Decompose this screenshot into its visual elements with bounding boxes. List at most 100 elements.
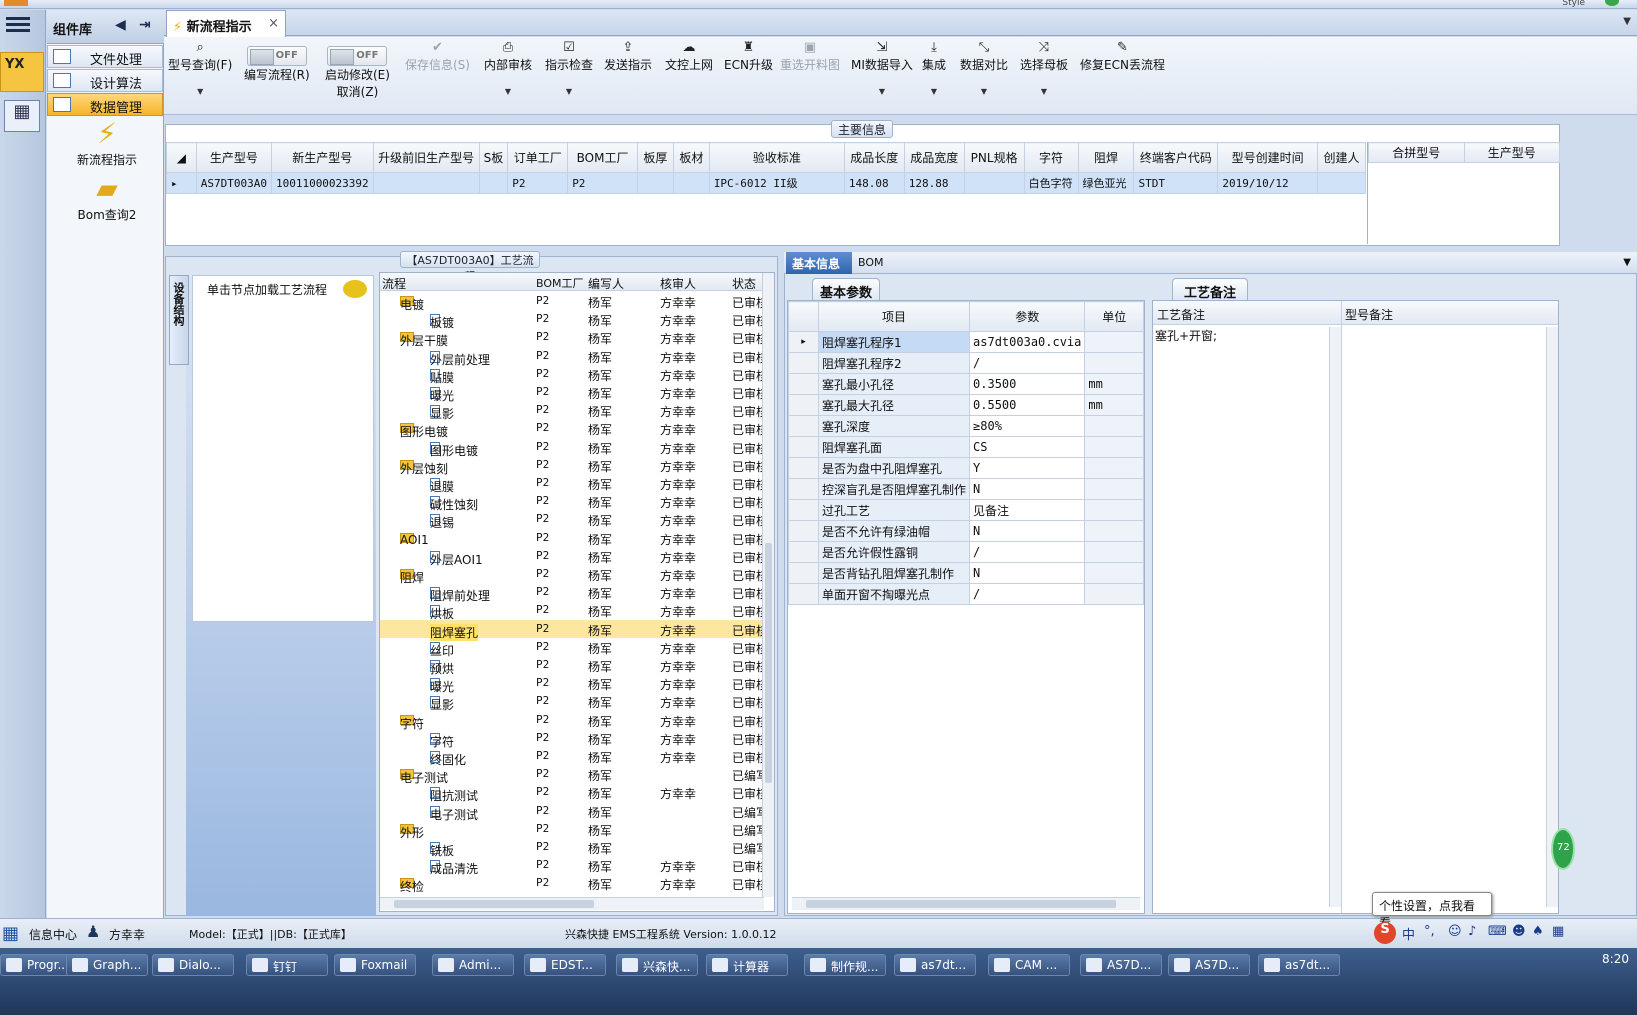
col-bom-factory[interactable]: BOM工厂 <box>536 275 584 291</box>
equipment-structure-tab[interactable]: 设备结构 <box>169 275 189 365</box>
craft-note-textarea[interactable]: 塞孔+开窗; <box>1155 327 1337 907</box>
col-header[interactable]: S板 <box>478 142 509 173</box>
tree-row[interactable]: 曝光P2杨军方幸幸已审核 <box>380 674 764 694</box>
collapse-left-icon[interactable]: ◀ <box>115 17 126 33</box>
chevron-down-icon[interactable]: ▼ <box>545 87 593 96</box>
repair-button[interactable]: ✎ 修复ECN丢流程 <box>1080 40 1165 73</box>
tree-row[interactable]: 曝光P2杨军方幸幸已审核 <box>380 383 764 403</box>
param-row[interactable]: 是否允许假性露铜 / <box>788 541 1144 563</box>
param-value[interactable]: 见备注 <box>969 499 1086 521</box>
tree-row[interactable]: 图形电镀P2杨军方幸幸已审核 <box>380 438 764 458</box>
tree-row[interactable]: 丝印P2杨军方幸幸已审核 <box>380 638 764 658</box>
col-header[interactable]: BOM工厂 <box>567 142 638 173</box>
internal-review-button[interactable]: ⎙ 内部审核 ▼ <box>484 40 532 96</box>
nav-item-data[interactable]: 数据管理 <box>47 93 163 116</box>
col-header[interactable]: 升级前旧生产型号 <box>372 142 480 173</box>
query-button[interactable]: ⌕ 型号查询(F) ▼ <box>168 40 232 96</box>
enable-edit-toggle[interactable]: OFF 启动修改(E) 取消(Z) <box>325 46 390 100</box>
tree-row[interactable]: −终检P2杨军方幸幸已审核 <box>380 874 764 894</box>
chevron-down-icon[interactable]: ▼ <box>1623 257 1631 268</box>
scroll-thumb[interactable] <box>765 543 772 783</box>
table-cell[interactable] <box>636 172 674 194</box>
tree-row[interactable]: −图形电镀P2杨军方幸幸已审核 <box>380 419 764 439</box>
col-unit[interactable]: 单位 <box>1084 301 1144 332</box>
param-value[interactable]: / <box>969 541 1086 563</box>
tree-row[interactable]: 显影P2杨军方幸幸已审核 <box>380 692 764 712</box>
mi-import-button[interactable]: ⇲ MI数据导入 ▼ <box>851 40 913 96</box>
col-header[interactable]: 型号创建时间 <box>1217 142 1318 173</box>
col-header[interactable]: 终端客户代码 <box>1133 142 1219 173</box>
compare-button[interactable]: ⤡ 数据对比 ▼ <box>960 40 1008 96</box>
tab-basic-info[interactable]: 基本信息 <box>786 252 852 274</box>
table-cell[interactable] <box>478 172 509 194</box>
col-header[interactable]: 订单工厂 <box>507 142 569 173</box>
taskbar-item[interactable]: EDST... <box>524 954 606 976</box>
param-value[interactable]: ≥80% <box>969 415 1086 437</box>
taskbar-item[interactable]: AS7D... <box>1080 954 1162 976</box>
skin-icon[interactable]: ♠ <box>1532 924 1544 939</box>
param-value[interactable]: N <box>969 562 1086 584</box>
check-button[interactable]: ☑ 指示检查 ▼ <box>545 40 593 96</box>
tab-new-flow[interactable]: ⚡ 新流程指示 × <box>166 10 286 37</box>
tree-row[interactable]: 显影P2杨军方幸幸已审核 <box>380 401 764 421</box>
table-cell[interactable]: IPC-6012 II级 <box>708 172 845 194</box>
pin-icon[interactable]: ⇥ <box>139 17 151 33</box>
col-header[interactable]: 板材 <box>672 142 710 173</box>
toggle-switch[interactable]: OFF <box>246 46 307 66</box>
param-row[interactable]: 是否背钻孔阻焊塞孔制作 N <box>788 562 1144 584</box>
table-cell[interactable]: P2 <box>507 172 569 194</box>
chevron-down-icon[interactable]: ▼ <box>1020 87 1068 96</box>
emoji-icon[interactable]: ☺ <box>1448 924 1462 939</box>
floating-ball-icon[interactable]: 72 <box>1551 828 1575 870</box>
col-header[interactable]: 验收标准 <box>708 142 845 173</box>
nav-item-file[interactable]: 文件处理 <box>47 45 163 68</box>
chevron-down-icon[interactable]: ▼ <box>484 87 532 96</box>
microphone-icon[interactable]: ♪ <box>1468 924 1476 939</box>
user-center-icon[interactable]: ☻ <box>1512 924 1526 939</box>
col-param[interactable]: 参数 <box>969 301 1086 332</box>
param-value[interactable]: 0.5500 <box>969 394 1086 416</box>
param-row[interactable]: 塞孔最小孔径 0.3500 mm <box>788 373 1144 395</box>
param-row[interactable]: 单面开窗不掏曝光点 / <box>788 583 1144 605</box>
col-header[interactable]: 板厚 <box>636 142 674 173</box>
taskbar-item[interactable]: CAM ... <box>988 954 1070 976</box>
chevron-down-icon[interactable]: ▼ <box>168 87 232 96</box>
param-value[interactable]: / <box>969 583 1086 605</box>
craft-scrollbar[interactable] <box>1329 327 1341 907</box>
param-value[interactable]: CS <box>969 436 1086 458</box>
table-cell[interactable]: 绿色亚光 <box>1077 172 1135 194</box>
tree-row[interactable]: −外层干膜P2杨军方幸幸已审核 <box>380 328 764 348</box>
taskbar-item[interactable]: 计算器 <box>706 954 788 976</box>
param-value[interactable]: / <box>969 352 1086 374</box>
send-button[interactable]: ⇪ 发送指示 <box>604 40 652 73</box>
tree-row[interactable]: 板镀P2杨军方幸幸已审核 <box>380 310 764 330</box>
chevron-down-icon[interactable]: ▼ <box>960 87 1008 96</box>
tree-row[interactable]: −阻焊P2杨军方幸幸已审核 <box>380 565 764 585</box>
table-cell[interactable]: AS7DT003A0 <box>195 172 272 194</box>
tree-horizontal-scrollbar[interactable] <box>380 897 764 910</box>
taskbar-item[interactable]: Dialo... <box>152 954 234 976</box>
punctuation-icon[interactable]: °, <box>1424 924 1435 939</box>
tree-row[interactable]: 终固化P2杨军方幸幸已审核 <box>380 747 764 767</box>
tree-row[interactable]: −外层蚀刻P2杨军方幸幸已审核 <box>380 456 764 476</box>
table-cell[interactable]: P2 <box>567 172 638 194</box>
tree-row[interactable]: −外形P2杨军已编写 <box>380 820 764 840</box>
col-craft-note[interactable]: 工艺备注 <box>1157 306 1205 323</box>
col-merge-model[interactable]: 合拼型号 <box>1368 142 1465 163</box>
save-button[interactable]: ✔ 保存信息(S) <box>405 40 470 73</box>
table-cell[interactable]: 2019/10/12 <box>1217 172 1318 194</box>
tab-list-chevron-icon[interactable]: ▼ <box>1623 16 1631 27</box>
param-value[interactable]: Y <box>969 457 1086 479</box>
tree-row[interactable]: 碱性蚀刻P2杨军方幸幸已审核 <box>380 492 764 512</box>
close-tab-icon[interactable]: × <box>268 16 279 31</box>
tree-row[interactable]: 成品清洗P2杨军方幸幸已审核 <box>380 856 764 876</box>
param-row[interactable]: 塞孔最大孔径 0.5500 mm <box>788 394 1144 416</box>
tree-row[interactable]: 烘板P2杨军方幸幸已审核 <box>380 601 764 621</box>
tree-row[interactable]: 预烘P2杨军方幸幸已审核 <box>380 656 764 676</box>
table-cell[interactable] <box>963 172 1025 194</box>
param-row[interactable]: 是否不允许有绿油帽 N <box>788 520 1144 542</box>
tab-craft-note[interactable]: 工艺备注 <box>1172 278 1248 301</box>
taskbar-item[interactable]: as7dt... <box>894 954 976 976</box>
tree-row[interactable]: 阻焊塞孔P2杨军方幸幸已审核 <box>380 619 764 641</box>
tree-row[interactable]: 电子测试P2杨军已编写 <box>380 802 764 822</box>
